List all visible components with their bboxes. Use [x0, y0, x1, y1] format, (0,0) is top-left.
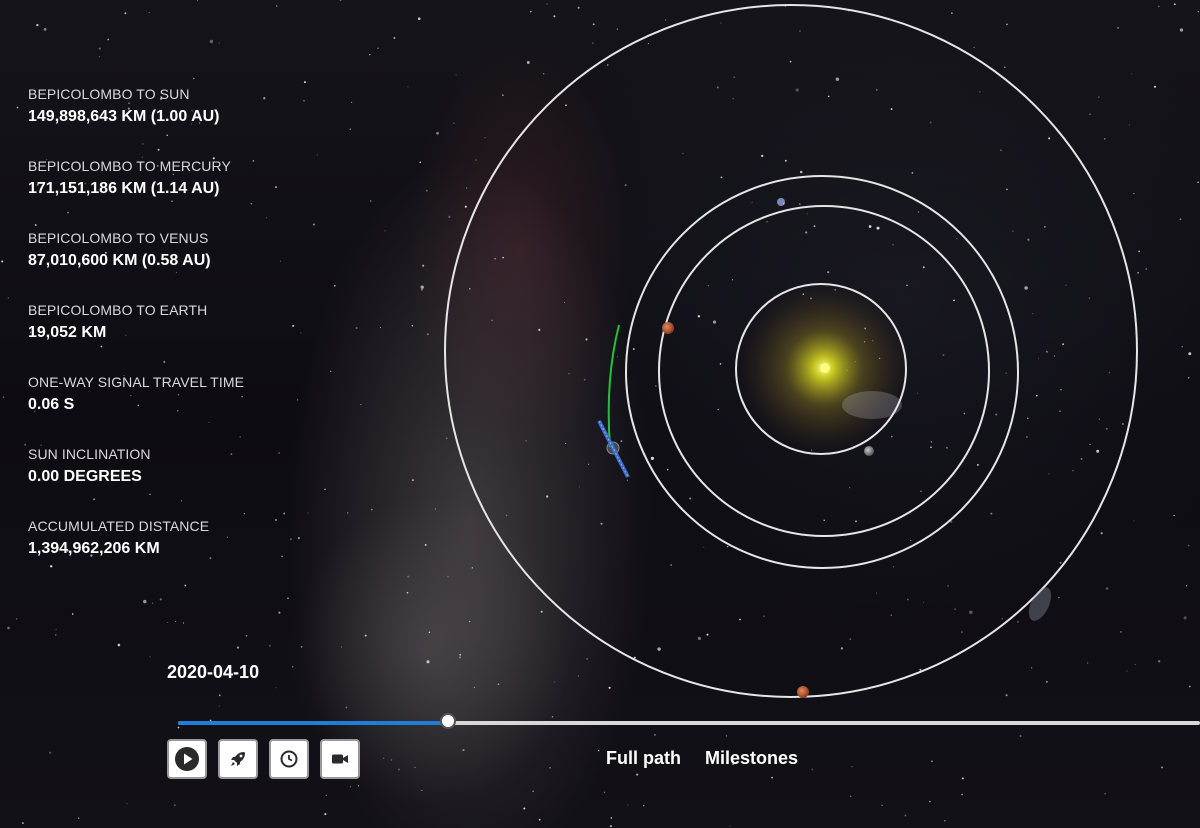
distant-star-glow [777, 198, 785, 206]
stat-earth-distance: BEPICOLOMBO TO EARTH 19,052 KM [28, 302, 328, 374]
stat-label: ONE-WAY SIGNAL TRAVEL TIME [28, 374, 245, 390]
spacecraft-view-button[interactable] [218, 739, 258, 779]
timeline-handle[interactable] [439, 713, 456, 729]
play-icon [175, 747, 199, 771]
stat-value: 1,394,962,206 KM [28, 540, 160, 557]
milestones-link[interactable]: Milestones [705, 748, 798, 769]
stat-label: BEPICOLOMBO TO VENUS [28, 230, 209, 246]
bepicolombo-spacecraft-icon[interactable] [597, 420, 630, 478]
stat-value: 87,010,600 KM (0.58 AU) [28, 252, 211, 269]
stat-signal-time: ONE-WAY SIGNAL TRAVEL TIME 0.06 S [28, 374, 328, 446]
stat-value: 149,898,643 KM (1.00 AU) [28, 108, 220, 125]
sun[interactable] [820, 363, 830, 373]
stat-label: BEPICOLOMBO TO SUN [28, 86, 190, 102]
stat-value: 19,052 KM [28, 324, 107, 341]
view-mode-links: Full path Milestones [606, 748, 798, 769]
stat-sun-inclination: SUN INCLINATION 0.00 DEGREES [28, 446, 328, 518]
distant-galaxy [1028, 587, 1052, 621]
clock-icon [280, 750, 298, 768]
stat-sun-distance: BEPICOLOMBO TO SUN 149,898,643 KM (1.00 … [28, 86, 328, 158]
mars-planet-outer[interactable] [797, 686, 809, 698]
video-camera-icon [332, 754, 348, 764]
rocket-icon [231, 752, 245, 766]
stat-value: 171,151,186 KM (1.14 AU) [28, 180, 220, 197]
playback-controls [167, 739, 360, 779]
stat-label: SUN INCLINATION [28, 446, 151, 462]
stat-mercury-distance: BEPICOLOMBO TO MERCURY 171,151,186 KM (1… [28, 158, 328, 230]
time-button[interactable] [269, 739, 309, 779]
stat-label: BEPICOLOMBO TO EARTH [28, 302, 208, 318]
stat-venus-distance: BEPICOLOMBO TO VENUS 87,010,600 KM (0.58… [28, 230, 328, 302]
timeline-progress-fill [178, 721, 449, 725]
solar-system-viewer: BEPICOLOMBO TO SUN 149,898,643 KM (1.00 … [0, 0, 1200, 828]
stat-value: 0.06 S [28, 396, 75, 413]
bepicolombo-trajectory [607, 324, 620, 448]
distance-stats-panel: BEPICOLOMBO TO SUN 149,898,643 KM (1.00 … [28, 86, 328, 590]
stat-label: ACCUMULATED DISTANCE [28, 518, 210, 534]
stat-value: 0.00 DEGREES [28, 468, 142, 485]
full-path-link[interactable]: Full path [606, 748, 681, 769]
timeline-slider[interactable] [178, 713, 1200, 729]
camera-button[interactable] [320, 739, 360, 779]
current-date-label: 2020-04-10 [167, 662, 260, 682]
mars-planet[interactable] [662, 322, 674, 334]
stat-label: BEPICOLOMBO TO MERCURY [28, 158, 231, 174]
mercury-planet[interactable] [864, 446, 874, 456]
play-button[interactable] [167, 739, 207, 779]
stat-accumulated-distance: ACCUMULATED DISTANCE 1,394,962,206 KM [28, 518, 328, 590]
